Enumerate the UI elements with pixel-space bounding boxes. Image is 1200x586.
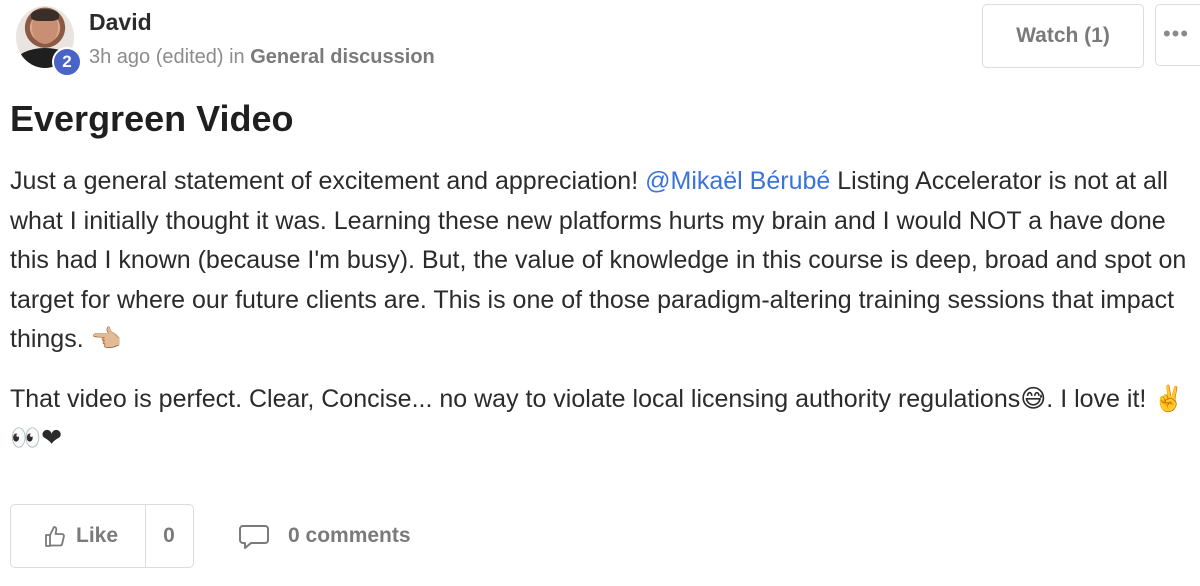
body-paragraph-2: That video is perfect. Clear, Concise...… [10, 384, 1185, 453]
mention-link[interactable]: @Mikaël Bérubé [645, 167, 830, 195]
more-options-button[interactable]: ••• [1155, 4, 1200, 66]
level-badge: 2 [52, 47, 82, 77]
watch-button[interactable]: Watch (1) [982, 4, 1144, 68]
edited-label: (edited) [155, 46, 224, 68]
like-group: Like 0 [10, 504, 194, 568]
in-word: in [229, 46, 245, 68]
post-title: Evergreen Video [10, 98, 294, 139]
like-button[interactable]: Like [11, 505, 146, 567]
post-body: Just a general statement of excitement a… [10, 162, 1200, 459]
post-meta: 3h ago (edited) in General discussion [89, 46, 435, 69]
thumbs-up-icon [45, 526, 65, 547]
avatar-hair [31, 9, 59, 21]
like-label: Like [76, 524, 119, 547]
body-paragraph-1: Just a general statement of excitement a… [10, 162, 1200, 360]
body-text-1: Just a general statement of excitement a… [10, 167, 646, 195]
like-count[interactable]: 0 [145, 505, 193, 567]
post-time: 3h ago [89, 46, 151, 68]
author-name[interactable]: David [89, 9, 152, 36]
category-link[interactable]: General discussion [250, 46, 435, 68]
comment-bubble-icon [239, 525, 269, 549]
comments-label: 0 comments [288, 524, 411, 547]
